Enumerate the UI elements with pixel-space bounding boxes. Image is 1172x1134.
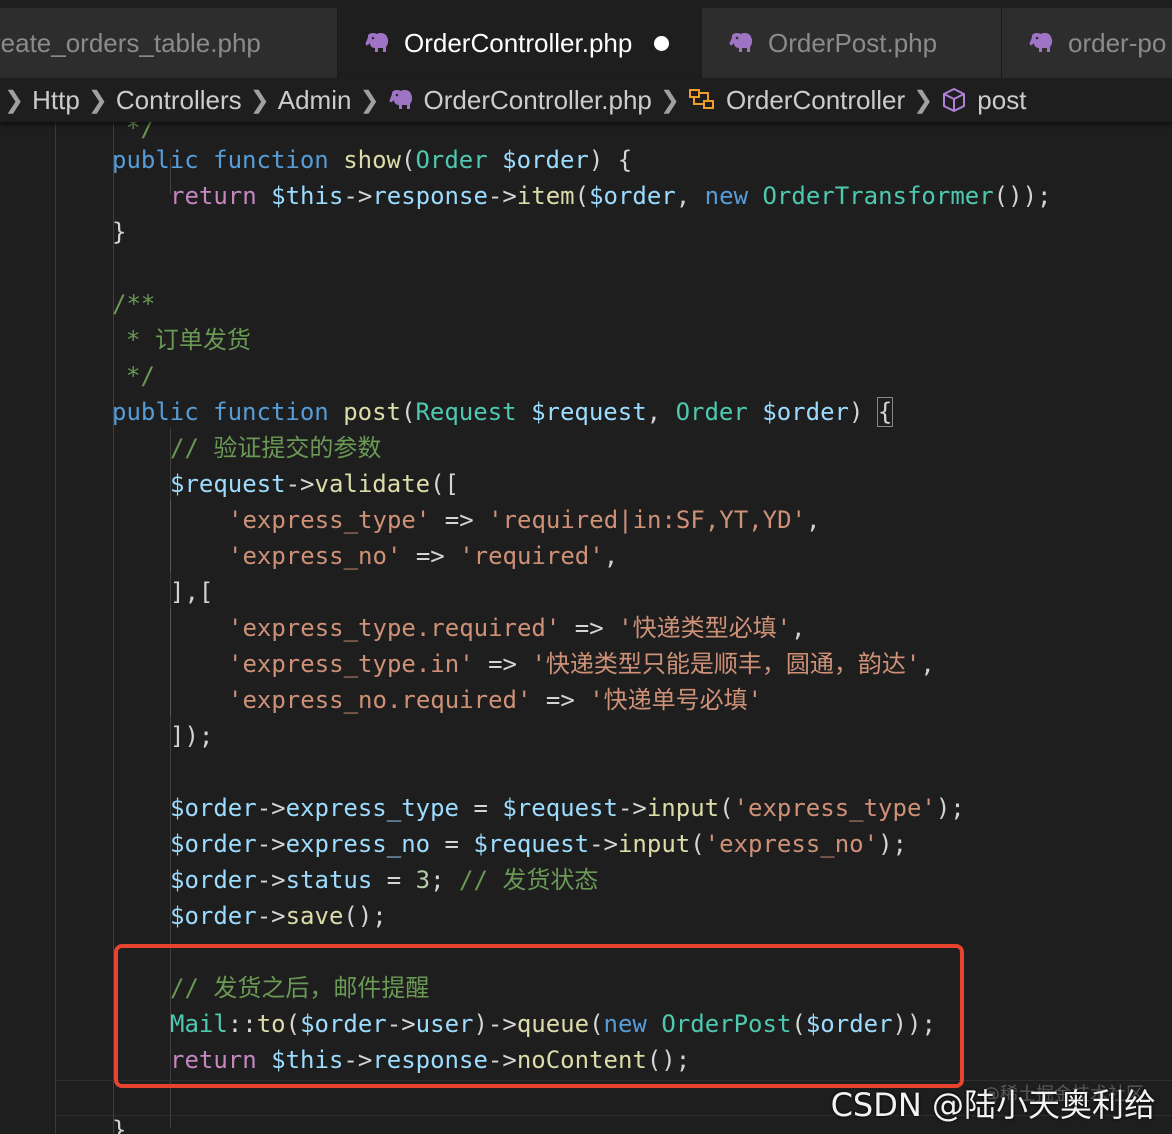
breadcrumb-admin[interactable]: Admin — [278, 85, 352, 116]
breadcrumb-class[interactable]: OrderController — [688, 85, 905, 116]
annotation-highlight-box — [114, 944, 964, 1088]
code-line: 'express_no.required' => '快递单号必填' — [228, 686, 763, 714]
chevron-right-icon: ❯ — [87, 86, 108, 114]
chevron-right-icon: ❯ — [249, 86, 270, 114]
code-line: $request->validate([ — [170, 470, 459, 498]
code-line: 'express_type' => 'required|in:SF,YT,YD'… — [228, 506, 821, 534]
code-line: $order->save(); — [170, 902, 387, 930]
indent-guide — [170, 500, 171, 572]
chevron-right-icon: ❯ — [359, 86, 380, 114]
tab-label: reate_orders_table.php — [0, 27, 261, 58]
gutter-divider — [55, 122, 56, 1134]
code-line: ],[ — [170, 578, 214, 606]
tab-order-post[interactable]: OrderPost.php — [702, 8, 1002, 78]
code-line: } — [112, 1116, 127, 1134]
code-line: $order->status = 3; // 发货状态 — [170, 866, 599, 894]
php-elephant-icon — [1028, 32, 1054, 54]
code-line: public function show(Order $order) { — [112, 146, 633, 174]
code-line: // 验证提交的参数 — [170, 434, 382, 462]
class-symbol-icon — [689, 89, 714, 109]
indent-guide — [170, 608, 171, 716]
tab-order-po[interactable]: order-po — [1002, 8, 1172, 78]
breadcrumb: ❯ Http ❯ Controllers ❯ Admin ❯ OrderCont… — [0, 78, 1172, 122]
php-elephant-icon — [728, 32, 754, 54]
editor-tab-bar: reate_orders_table.php OrderController.p… — [0, 8, 1172, 78]
tab-label: OrderPost.php — [768, 27, 938, 58]
chevron-right-icon: ❯ — [659, 86, 680, 114]
watermark-csdn: CSDN @陆小天奥利给 — [830, 1086, 1156, 1124]
tab-label: order-po — [1068, 27, 1167, 58]
unsaved-dot-icon[interactable] — [654, 35, 670, 51]
breadcrumb-http[interactable]: Http — [32, 85, 80, 116]
method-cube-icon — [943, 88, 966, 112]
code-line: 'express_no' => 'required', — [228, 542, 619, 570]
code-line: /** — [112, 290, 156, 318]
tab-order-controller[interactable]: OrderController.php — [338, 8, 702, 78]
php-elephant-icon — [364, 32, 390, 54]
breadcrumb-file[interactable]: OrderController.php — [388, 85, 652, 116]
code-line: $order->express_type = $request->input('… — [170, 794, 965, 822]
tab-label: OrderController.php — [404, 27, 633, 58]
code-line: } — [112, 218, 127, 246]
code-line: return $this->response->item($order, new… — [170, 182, 1052, 210]
breadcrumb-method[interactable]: post — [941, 85, 1026, 116]
chevron-right-icon: ❯ — [913, 86, 934, 114]
code-line: 'express_type.in' => '快递类型只能是顺丰，圆通，韵达', — [228, 650, 935, 678]
code-line: $order->express_no = $request->input('ex… — [170, 830, 907, 858]
code-line: ]); — [170, 722, 214, 750]
code-line: 'express_type.required' => '快递类型必填', — [228, 614, 806, 642]
code-line: * 订单发货 — [126, 326, 251, 354]
php-elephant-icon — [388, 89, 414, 111]
chevron-right-icon: ❯ — [4, 86, 25, 114]
breadcrumb-controllers[interactable]: Controllers — [116, 85, 242, 116]
tab-create-orders-table[interactable]: reate_orders_table.php — [0, 8, 338, 78]
code-line: */ — [126, 362, 155, 390]
code-line: public function post(Request $request, O… — [112, 397, 894, 427]
